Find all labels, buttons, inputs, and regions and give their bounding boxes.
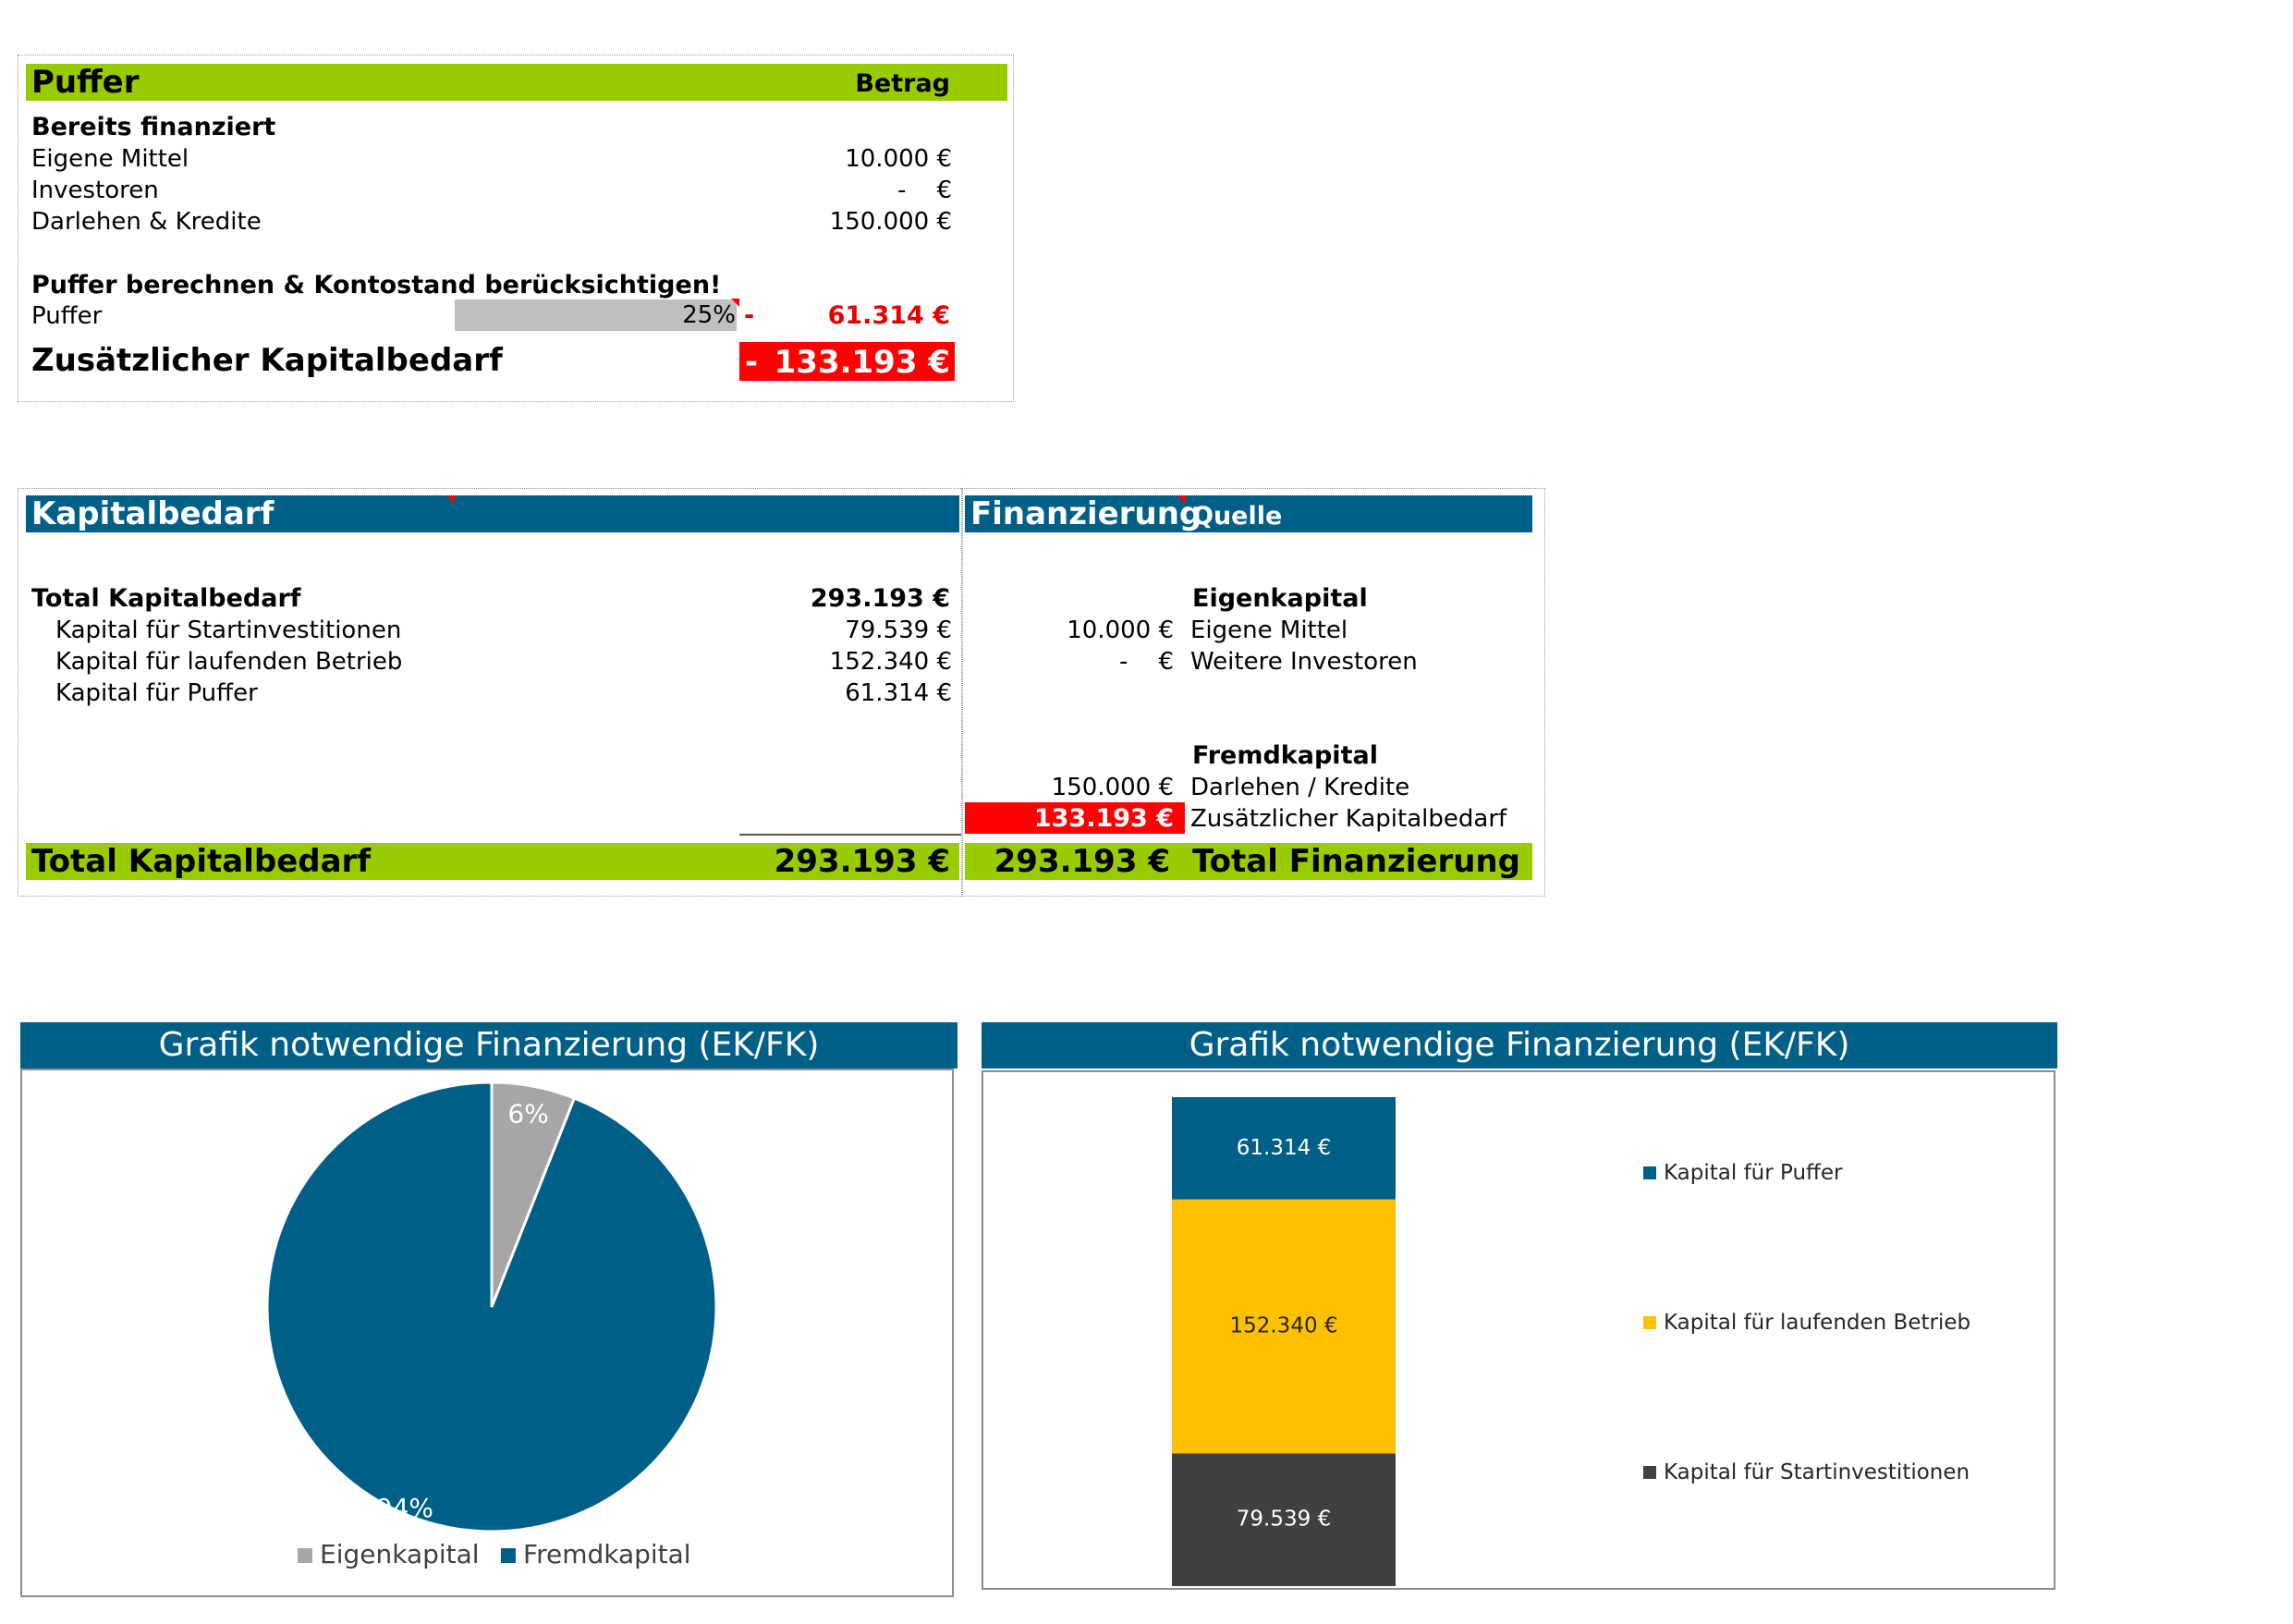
darlehen-value: 150.000 € <box>1051 774 1174 801</box>
legend-swatch-startinvestitionen <box>1643 1466 1656 1479</box>
puffer-value: 61.314 € <box>827 301 950 330</box>
legend-label-fremdkapital: Fremdkapital <box>523 1539 691 1569</box>
legend-swatch-fremdkapital <box>501 1548 516 1563</box>
kapitalbedarf-row-label: Kapital für Startinvestitionen <box>55 617 402 644</box>
kapitalbedarf-row-value: 61.314 € <box>845 679 952 707</box>
zusatz-kapitalbedarf-label: Zusätzlicher Kapitalbedarf <box>31 342 503 379</box>
legend-label-startinvestitionen: Kapital für Startinvestitionen <box>1664 1460 1970 1484</box>
kapitalbedarf-row-label: Kapital für Puffer <box>55 679 258 707</box>
bar-chart-area: 79.539 € 152.340 € 61.314 € Kapital für Pu… <box>982 1070 2055 1590</box>
puffer-header-title: Puffer <box>31 64 140 101</box>
eigen-row-label: Weitere Investoren <box>1190 648 1418 676</box>
legend-swatch-eigenkapital <box>298 1548 312 1563</box>
legend-label-puffer: Kapital für Puffer <box>1664 1161 1843 1185</box>
kapitalbedarf-row-label: Kapital für laufenden Betrieb <box>55 648 403 676</box>
puffer-row-value: 10.000 € <box>845 145 952 173</box>
puffer-row-label: Investoren <box>31 177 159 204</box>
pie-label-fremdkapital: 94% <box>376 1493 433 1523</box>
puffer-header-amount: Betrag <box>855 69 950 98</box>
zusatz-minus-sign: - <box>745 344 759 381</box>
finanzierung-header-title: Finanzierung <box>970 495 1202 532</box>
legend-label-eigenkapital: Eigenkapital <box>320 1539 480 1569</box>
pie-chart-title: Grafik notwendige Finanzierung (EK/FK) <box>20 1022 957 1068</box>
pie-label-eigenkapital: 6% <box>507 1098 548 1129</box>
comment-marker <box>446 495 455 504</box>
bar-label-0: 79.539 € <box>1237 1508 1331 1532</box>
eigenkapital-title: Eigenkapital <box>1192 584 1368 613</box>
puffer-row-label: Eigene Mittel <box>31 145 189 173</box>
footer-total-kapitalbedarf-value: 293.193 € <box>774 843 950 880</box>
legend-swatch-betrieb <box>1643 1316 1656 1329</box>
already-financed-title: Bereits finanziert <box>31 113 276 141</box>
kapitalbedarf-row-value: 152.340 € <box>829 648 952 676</box>
fin-zusatz-value: 133.193 € <box>1033 804 1174 833</box>
puffer-row-value: - € <box>897 177 952 204</box>
bar-label-2: 61.314 € <box>1237 1136 1331 1160</box>
fremdkapital-title: Fremdkapital <box>1192 741 1378 770</box>
puffer-minus-sign: - <box>744 301 755 330</box>
kapitalbedarf-row-value: 79.539 € <box>845 617 952 644</box>
puffer-row-value: 150.000 € <box>829 208 952 236</box>
eigen-row-label: Eigene Mittel <box>1190 617 1348 644</box>
footer-total-finanzierung-value: 293.193 € <box>994 843 1170 880</box>
total-kapitalbedarf-label: Total Kapitalbedarf <box>31 584 301 613</box>
eigen-row-value: - € <box>1119 648 1174 676</box>
eigen-row-value: 10.000 € <box>1067 617 1174 644</box>
kapitalbedarf-header-title: Kapitalbedarf <box>31 495 274 532</box>
legend-swatch-puffer <box>1643 1166 1656 1179</box>
sum-underline <box>739 834 961 836</box>
pie-chart-area: 6% 94% Eigenkapital Fremdkapital <box>20 1068 954 1597</box>
legend-label-betrieb: Kapital für laufenden Betrieb <box>1664 1311 1971 1335</box>
puffer-percent-value: 25% <box>682 301 736 329</box>
bar-label-1: 152.340 € <box>1229 1314 1337 1338</box>
puffer-calc-title: Puffer berechnen & Kontostand berücksich… <box>31 271 722 299</box>
comment-marker <box>731 299 739 307</box>
comment-marker <box>1177 495 1186 504</box>
puffer-label: Puffer <box>31 302 103 330</box>
puffer-row-label: Darlehen & Kredite <box>31 208 262 236</box>
footer-total-kapitalbedarf-label: Total Kapitalbedarf <box>31 843 372 880</box>
pie-chart: 6% 94% <box>265 1081 718 1533</box>
darlehen-label: Darlehen / Kredite <box>1190 774 1410 801</box>
finanzierung-header-source: Quelle <box>1192 502 1283 531</box>
fin-zusatz-label: Zusätzlicher Kapitalbedarf <box>1190 805 1507 833</box>
pie-slice-fremdkapital <box>265 1081 718 1533</box>
footer-total-finanzierung-label: Total Finanzierung <box>1192 843 1520 880</box>
zusatz-kapitalbedarf-value: 133.193 € <box>774 344 950 381</box>
total-kapitalbedarf-value: 293.193 € <box>810 584 950 613</box>
bar-chart-title: Grafik notwendige Finanzierung (EK/FK) <box>982 1022 2057 1068</box>
finanzierung-panel <box>961 488 1545 897</box>
